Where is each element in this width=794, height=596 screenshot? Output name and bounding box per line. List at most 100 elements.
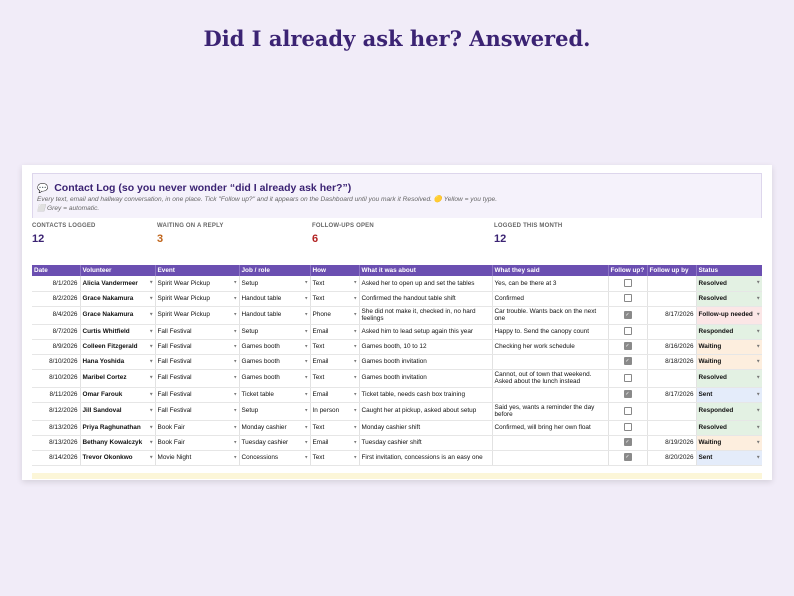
follow-up-checkbox-cell[interactable]: ✓ <box>608 354 648 370</box>
follow-up-by-cell[interactable] <box>647 291 697 307</box>
column-header[interactable]: Follow up? <box>608 265 648 276</box>
event-cell[interactable]: Movie Night <box>155 450 240 466</box>
how-cell[interactable]: Text <box>310 420 360 436</box>
column-header[interactable]: Status <box>696 265 762 276</box>
volunteer-cell[interactable]: Omar Farouk <box>80 387 156 403</box>
column-header[interactable]: What they said <box>492 265 609 276</box>
table-row[interactable]: 8/14/2026Trevor OkonkwoMovie NightConces… <box>32 450 762 466</box>
said-cell[interactable]: Confirmed <box>492 291 609 307</box>
follow-up-by-cell[interactable]: 8/17/2026 <box>647 387 697 403</box>
job-cell[interactable]: Ticket table <box>239 387 311 403</box>
follow-up-by-cell[interactable] <box>647 420 697 436</box>
about-cell[interactable]: Games booth, 10 to 12 <box>359 339 493 355</box>
date-cell[interactable]: 8/2/2026 <box>32 291 81 307</box>
follow-up-checkbox-cell[interactable]: ✓ <box>608 450 648 466</box>
follow-up-checkbox-cell[interactable] <box>608 291 648 307</box>
follow-up-by-cell[interactable] <box>647 369 697 388</box>
follow-up-checkbox[interactable]: ✓ <box>623 453 632 462</box>
how-cell[interactable]: Text <box>310 339 360 355</box>
table-row[interactable]: 8/13/2026Priya RaghunathanBook FairMonda… <box>32 420 762 436</box>
event-cell[interactable]: Spirit Wear Pickup <box>155 291 240 307</box>
follow-up-by-cell[interactable] <box>647 402 697 421</box>
volunteer-cell[interactable]: Maribel Cortez <box>80 369 156 388</box>
about-cell[interactable]: Games booth invitation <box>359 369 493 388</box>
table-row[interactable]: 8/7/2026Curtis WhitfieldFall FestivalSet… <box>32 324 762 340</box>
follow-up-checkbox[interactable] <box>623 327 632 336</box>
follow-up-checkbox-cell[interactable]: ✓ <box>608 435 648 451</box>
event-cell[interactable]: Spirit Wear Pickup <box>155 306 240 325</box>
status-cell[interactable]: Resolved <box>696 420 762 436</box>
event-cell[interactable]: Fall Festival <box>155 354 240 370</box>
job-cell[interactable]: Games booth <box>239 339 311 355</box>
follow-up-checkbox-cell[interactable] <box>608 276 648 292</box>
job-cell[interactable]: Games booth <box>239 354 311 370</box>
date-cell[interactable]: 8/11/2026 <box>32 387 81 403</box>
status-cell[interactable]: Resolved <box>696 276 762 292</box>
follow-up-checkbox[interactable]: ✓ <box>623 390 632 399</box>
column-header[interactable]: Event <box>155 265 240 276</box>
event-cell[interactable]: Fall Festival <box>155 339 240 355</box>
column-header[interactable]: Job / role <box>239 265 311 276</box>
date-cell[interactable]: 8/7/2026 <box>32 324 81 340</box>
follow-up-by-cell[interactable]: 8/19/2026 <box>647 435 697 451</box>
table-row[interactable]: 8/10/2026Hana YoshidaFall FestivalGames … <box>32 354 762 370</box>
follow-up-checkbox[interactable] <box>623 279 632 288</box>
volunteer-cell[interactable]: Grace Nakamura <box>80 291 156 307</box>
status-cell[interactable]: Waiting <box>696 435 762 451</box>
volunteer-cell[interactable]: Hana Yoshida <box>80 354 156 370</box>
follow-up-by-cell[interactable]: 8/18/2026 <box>647 354 697 370</box>
follow-up-by-cell[interactable]: 8/16/2026 <box>647 339 697 355</box>
follow-up-checkbox-cell[interactable]: ✓ <box>608 306 648 325</box>
status-cell[interactable]: Sent <box>696 450 762 466</box>
event-cell[interactable]: Book Fair <box>155 435 240 451</box>
how-cell[interactable]: In person <box>310 402 360 421</box>
how-cell[interactable]: Email <box>310 354 360 370</box>
status-cell[interactable]: Responded <box>696 324 762 340</box>
table-row[interactable]: 8/9/2026Colleen FitzgeraldFall FestivalG… <box>32 339 762 355</box>
about-cell[interactable]: Tuesday cashier shift <box>359 435 493 451</box>
date-cell[interactable]: 8/4/2026 <box>32 306 81 325</box>
follow-up-by-cell[interactable]: 8/17/2026 <box>647 306 697 325</box>
follow-up-checkbox-cell[interactable] <box>608 420 648 436</box>
how-cell[interactable]: Text <box>310 291 360 307</box>
how-cell[interactable]: Text <box>310 450 360 466</box>
column-header[interactable]: Follow up by <box>647 265 697 276</box>
volunteer-cell[interactable]: Trevor Okonkwo <box>80 450 156 466</box>
follow-up-checkbox[interactable]: ✓ <box>623 357 632 366</box>
about-cell[interactable]: Asked him to lead setup again this year <box>359 324 493 340</box>
follow-up-checkbox-cell[interactable]: ✓ <box>608 339 648 355</box>
job-cell[interactable]: Monday cashier <box>239 420 311 436</box>
said-cell[interactable] <box>492 450 609 466</box>
follow-up-by-cell[interactable]: 8/20/2026 <box>647 450 697 466</box>
about-cell[interactable]: Games booth invitation <box>359 354 493 370</box>
follow-up-checkbox-cell[interactable] <box>608 402 648 421</box>
status-cell[interactable]: Sent <box>696 387 762 403</box>
about-cell[interactable]: Monday cashier shift <box>359 420 493 436</box>
follow-up-checkbox[interactable]: ✓ <box>623 342 632 351</box>
table-row[interactable]: 8/1/2026Alicia VandermeerSpirit Wear Pic… <box>32 276 762 292</box>
column-header[interactable]: Volunteer <box>80 265 156 276</box>
about-cell[interactable]: Ticket table, needs cash box training <box>359 387 493 403</box>
status-cell[interactable]: Waiting <box>696 339 762 355</box>
status-cell[interactable]: Follow-up needed <box>696 306 762 325</box>
follow-up-by-cell[interactable] <box>647 324 697 340</box>
follow-up-checkbox[interactable] <box>623 406 632 415</box>
job-cell[interactable]: Handout table <box>239 306 311 325</box>
job-cell[interactable]: Handout table <box>239 291 311 307</box>
said-cell[interactable] <box>492 435 609 451</box>
follow-up-by-cell[interactable] <box>647 276 697 292</box>
date-cell[interactable]: 8/13/2026 <box>32 420 81 436</box>
said-cell[interactable] <box>492 354 609 370</box>
event-cell[interactable]: Fall Festival <box>155 402 240 421</box>
volunteer-cell[interactable]: Jill Sandoval <box>80 402 156 421</box>
said-cell[interactable]: Said yes, wants a reminder the day befor… <box>492 402 609 421</box>
volunteer-cell[interactable]: Priya Raghunathan <box>80 420 156 436</box>
how-cell[interactable]: Email <box>310 387 360 403</box>
event-cell[interactable]: Fall Festival <box>155 324 240 340</box>
table-row[interactable]: 8/12/2026Jill SandovalFall FestivalSetup… <box>32 402 762 421</box>
column-header[interactable]: Date <box>32 265 81 276</box>
date-cell[interactable]: 8/1/2026 <box>32 276 81 292</box>
volunteer-cell[interactable]: Colleen Fitzgerald <box>80 339 156 355</box>
job-cell[interactable]: Concessions <box>239 450 311 466</box>
event-cell[interactable]: Fall Festival <box>155 387 240 403</box>
